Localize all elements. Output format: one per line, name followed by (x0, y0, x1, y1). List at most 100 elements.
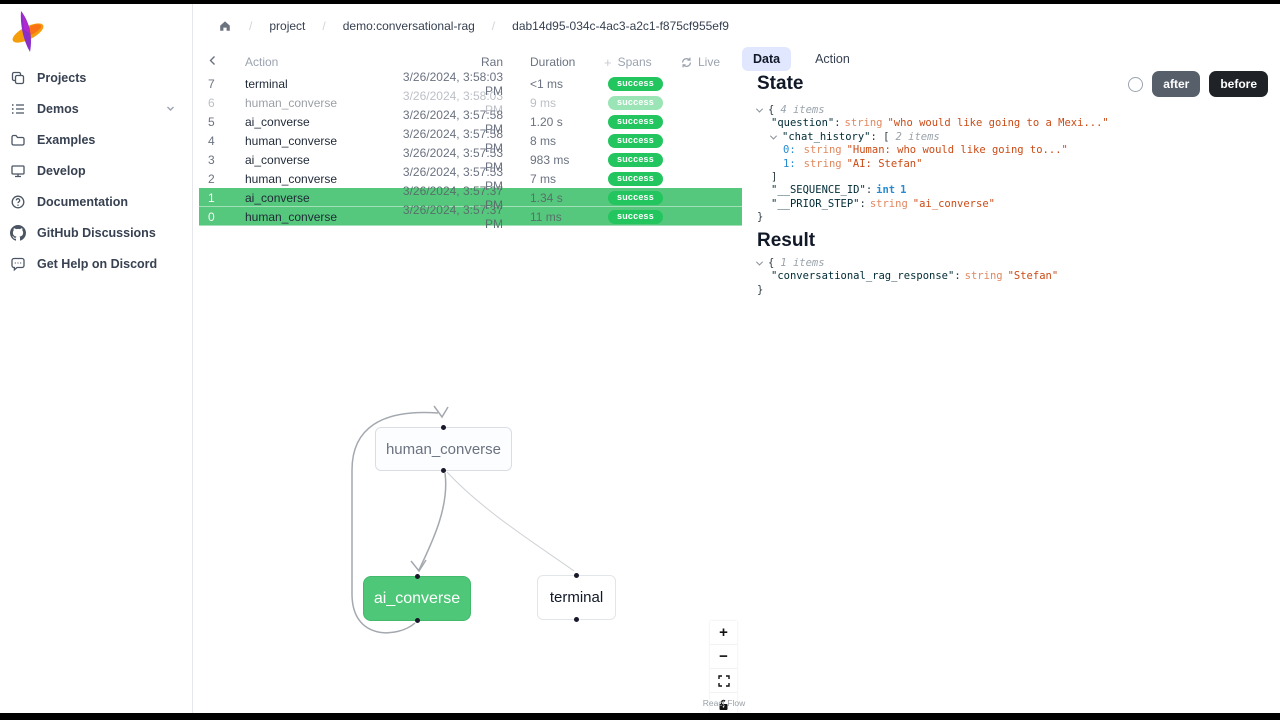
node-label: human_converse (386, 441, 501, 458)
json-type: string (804, 158, 842, 170)
sidebar-item-demos[interactable]: Demos (0, 93, 192, 124)
row-action: human_converse (245, 210, 393, 224)
node-label: ai_converse (374, 590, 460, 608)
row-action: human_converse (245, 172, 393, 186)
header-ran: Ran (393, 55, 503, 69)
json-line: } (757, 211, 1109, 224)
develop-monitor-icon (10, 163, 26, 179)
zoom-out-button[interactable]: − (710, 645, 737, 669)
sidebar-nav: Projects Demos Examples Develop Document… (0, 62, 192, 279)
json-colon: : (954, 270, 960, 282)
json-string-value: "Human: who would like going to..." (847, 144, 1068, 156)
tab-data[interactable]: Data (742, 47, 791, 71)
graph-node-ai-converse[interactable]: ai_converse (363, 576, 471, 621)
json-line: "__SEQUENCE_ID":int1 (757, 184, 1109, 197)
node-handle-bottom[interactable] (415, 618, 420, 623)
table-row[interactable]: 6 human_converse 3/26/2024, 3:58:03 PM 9… (199, 93, 742, 112)
after-button[interactable]: after (1152, 71, 1200, 97)
app-logo[interactable] (10, 9, 46, 58)
caret-down-icon[interactable] (756, 259, 763, 266)
plus-icon: + (604, 55, 612, 70)
sidebar-item-discord-help[interactable]: Get Help on Discord (0, 248, 192, 279)
json-line: } (757, 284, 1058, 297)
json-colon: : (860, 198, 866, 210)
json-brace: } (757, 284, 763, 296)
collapse-chevron-left-icon[interactable] (199, 55, 245, 69)
json-key: "__PRIOR_STEP" (771, 198, 860, 210)
row-action: human_converse (245, 134, 393, 148)
sidebar-item-develop[interactable]: Develop (0, 155, 192, 186)
sidebar-item-documentation[interactable]: Documentation (0, 186, 192, 217)
caret-down-icon[interactable] (770, 132, 777, 139)
node-handle-top[interactable] (415, 574, 420, 579)
row-duration: 8 ms (530, 134, 604, 148)
header-live-toggle[interactable]: Live (680, 55, 742, 69)
burr-logo-icon (10, 9, 46, 53)
row-index: 5 (199, 115, 245, 129)
status-badge: success (608, 191, 663, 205)
row-ran: 3/26/2024, 3:58:03 PM (393, 89, 503, 117)
status-badge: success (608, 96, 663, 110)
json-items-count: 1 items (780, 257, 824, 269)
graph-node-human-converse[interactable]: human_converse (375, 427, 512, 471)
zoom-in-button[interactable]: + (710, 621, 737, 645)
header-spans-label: Spans (618, 55, 652, 69)
row-duration: 983 ms (530, 153, 604, 167)
json-type: string (845, 117, 883, 129)
json-line: "chat_history": [2 items (757, 131, 1109, 144)
chevron-down-icon[interactable] (165, 103, 176, 114)
json-brace: { (768, 104, 774, 116)
json-colon: : (871, 131, 877, 143)
node-handle-bottom[interactable] (574, 617, 579, 622)
json-key: "chat_history" (782, 131, 871, 143)
breadcrumb-separator: / (492, 19, 495, 33)
json-type: string (804, 144, 842, 156)
row-index: 7 (199, 77, 245, 91)
sidebar-item-projects[interactable]: Projects (0, 62, 192, 93)
json-colon: : (834, 117, 840, 129)
json-items-count: 4 items (780, 104, 824, 116)
row-index: 2 (199, 172, 245, 186)
graph-node-terminal[interactable]: terminal (537, 575, 616, 620)
breadcrumb-item-run-id[interactable]: dab14d95-034c-4ac3-a2c1-f875cf955ef9 (512, 19, 729, 33)
home-icon[interactable] (218, 19, 232, 33)
header-spans-toggle[interactable]: + Spans (604, 55, 680, 70)
before-button[interactable]: before (1209, 71, 1268, 97)
json-line: "conversational_rag_response":string"Ste… (757, 270, 1058, 283)
sidebar-item-label: Documentation (37, 195, 128, 209)
json-brace: { (768, 257, 774, 269)
node-handle-top[interactable] (441, 425, 446, 430)
table-row-selected[interactable]: 0 human_converse 3/26/2024, 3:57:37 PM 1… (199, 207, 742, 226)
json-type: string (965, 270, 1003, 282)
header-live-label: Live (698, 55, 720, 69)
row-duration: 1.34 s (530, 191, 604, 205)
node-handle-bottom[interactable] (441, 468, 446, 473)
node-label: terminal (550, 589, 603, 606)
json-string-value: "who would like going to a Mexi..." (887, 117, 1108, 129)
breadcrumb-item-project[interactable]: project (269, 19, 305, 33)
json-string-value: "AI: Stefan" (847, 158, 923, 170)
sidebar-item-examples[interactable]: Examples (0, 124, 192, 155)
row-index: 1 (199, 191, 245, 205)
breadcrumb-item-demo[interactable]: demo:conversational-rag (343, 19, 475, 33)
discord-chat-icon (10, 256, 26, 272)
row-action: ai_converse (245, 191, 393, 205)
breadcrumb-separator: / (322, 19, 325, 33)
letterbox-bottom (0, 713, 1280, 720)
json-key: "__SEQUENCE_ID" (771, 184, 866, 196)
node-handle-top[interactable] (574, 573, 579, 578)
breadcrumb-separator: / (249, 19, 252, 33)
fit-view-button[interactable] (710, 669, 737, 693)
json-type: string (870, 198, 908, 210)
sidebar-item-github-discussions[interactable]: GitHub Discussions (0, 217, 192, 248)
tab-action[interactable]: Action (807, 47, 858, 71)
compare-radio[interactable] (1128, 77, 1143, 92)
caret-down-icon[interactable] (756, 106, 763, 113)
row-index: 6 (199, 96, 245, 110)
row-action: human_converse (245, 96, 393, 110)
react-flow-attribution[interactable]: React Flow (694, 698, 754, 708)
row-index: 0 (199, 210, 245, 224)
examples-folder-icon (10, 132, 26, 148)
github-icon (10, 225, 26, 241)
row-action: terminal (245, 77, 393, 91)
